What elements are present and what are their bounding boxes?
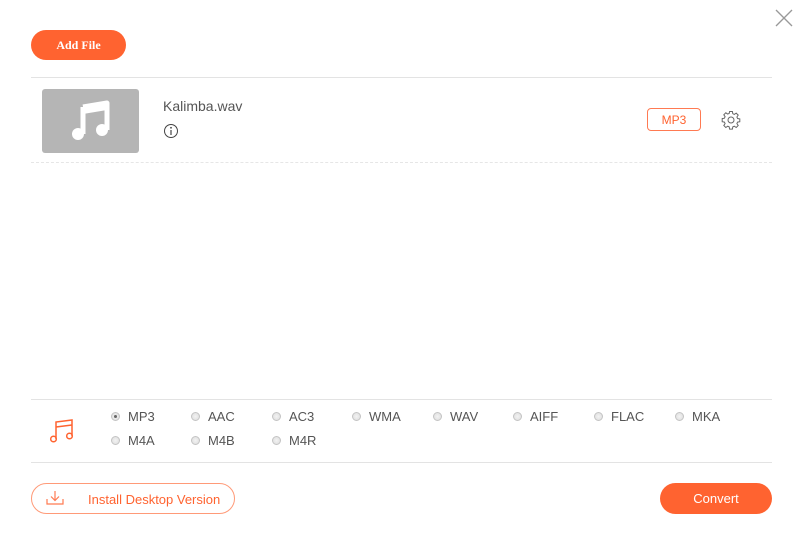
radio-button[interactable] — [513, 412, 522, 421]
install-label: Install Desktop Version — [88, 492, 221, 507]
output-format-button[interactable]: MP3 — [647, 108, 701, 131]
convert-button[interactable]: Convert — [660, 483, 772, 514]
radio-button[interactable] — [433, 412, 442, 421]
file-list-item: Kalimba.wav MP3 — [31, 78, 772, 162]
format-radio-m4b[interactable]: M4B — [191, 433, 235, 448]
info-icon[interactable] — [163, 123, 179, 139]
radio-button[interactable] — [191, 436, 200, 445]
divider — [31, 399, 772, 400]
format-label: AAC — [208, 409, 235, 424]
radio-button[interactable] — [272, 412, 281, 421]
format-label: MKA — [692, 409, 721, 424]
format-label: M4B — [208, 433, 235, 448]
format-label: M4R — [289, 433, 317, 448]
radio-button[interactable] — [594, 412, 603, 421]
file-name: Kalimba.wav — [163, 98, 243, 114]
format-radio-wav[interactable]: WAV — [433, 409, 478, 424]
format-label: FLAC — [611, 409, 645, 424]
row-divider — [31, 162, 772, 163]
format-radio-ac3[interactable]: AC3 — [272, 409, 314, 424]
music-note-icon — [49, 419, 74, 443]
add-file-button[interactable]: Add File — [31, 30, 126, 60]
radio-button[interactable] — [272, 436, 281, 445]
divider — [31, 462, 772, 463]
file-thumbnail — [42, 89, 139, 153]
format-label: AIFF — [530, 409, 559, 424]
format-radio-wma[interactable]: WMA — [352, 409, 401, 424]
music-note-icon — [71, 100, 109, 140]
format-label: WMA — [369, 409, 401, 424]
radio-button[interactable] — [111, 436, 120, 445]
format-label: AC3 — [289, 409, 315, 424]
format-radio-mp3[interactable]: MP3 — [111, 409, 155, 424]
format-label: M4A — [128, 433, 155, 448]
radio-button[interactable] — [675, 412, 684, 421]
format-radio-mka[interactable]: MKA — [675, 409, 720, 424]
close-icon[interactable] — [774, 8, 794, 28]
radio-button[interactable] — [111, 412, 120, 421]
format-radio-aac[interactable]: AAC — [191, 409, 235, 424]
format-radio-aiff[interactable]: AIFF — [513, 409, 558, 424]
format-label: WAV — [450, 409, 479, 424]
format-radio-flac[interactable]: FLAC — [594, 409, 644, 424]
format-radio-m4a[interactable]: M4A — [111, 433, 155, 448]
radio-button[interactable] — [191, 412, 200, 421]
install-desktop-button[interactable]: Install Desktop Version — [31, 483, 235, 514]
gear-icon[interactable] — [721, 110, 741, 130]
format-label: MP3 — [128, 409, 155, 424]
format-radio-m4r[interactable]: M4R — [272, 433, 316, 448]
radio-button[interactable] — [352, 412, 361, 421]
download-icon — [46, 491, 64, 505]
